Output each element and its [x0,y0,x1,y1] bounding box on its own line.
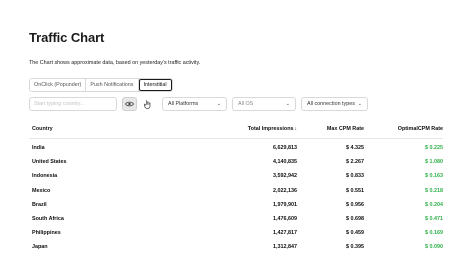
table-row: India 6,629,813 $ 4.325 $ 0.225 [29,141,443,155]
eye-icon [125,101,134,107]
max-cpm-cell: $ 0.459 [346,230,364,237]
country-cell: Indonesia [32,173,58,180]
sort-down-icon: ↓ [294,126,298,132]
table-row: United States 4,140,835 $ 2.267 $ 1.080 [29,155,443,169]
impressions-cell: 3,592,942 [273,173,297,180]
max-cpm-cell: $ 0.395 [346,244,364,251]
max-cpm-cell: $ 0.698 [346,215,364,222]
header-optimal-cpm[interactable]: OptimalCPM Rate [398,126,443,132]
page-title: Traffic Chart [29,30,105,45]
impressions-cell: 6,629,813 [273,145,297,151]
platforms-value: All Platforms [168,101,199,107]
impressions-cell: 2,022,136 [273,187,297,194]
optimal-cpm-cell: $ 0.169 [425,230,443,237]
max-cpm-cell: $ 0.551 [346,187,364,194]
optimal-cpm-cell: $ 0.218 [425,187,443,194]
impressions-cell: 4,140,835 [273,159,297,166]
country-cell: Mexico [32,187,51,194]
table-header: Country Total Impressions↓ Max CPM Rate … [29,126,443,138]
impressions-cell: 1,312,847 [273,244,297,251]
header-impressions-label: Total Impressions [247,126,294,132]
max-cpm-cell: $ 4.325 [346,145,364,151]
max-cpm-cell: $ 2.267 [346,159,364,166]
max-cpm-cell: $ 0.833 [346,173,364,180]
optimal-cpm-cell: $ 1.080 [425,159,443,166]
table-row: Philippines 1,427,817 $ 0.459 $ 0.169 [29,226,443,240]
country-cell: Japan [32,244,48,251]
country-cell: South Africa [32,215,64,222]
optimal-cpm-cell: $ 0.225 [425,145,443,151]
chevron-down-icon: ⌄ [285,101,290,107]
country-cell: India [32,145,45,151]
table-row: Japan 1,312,847 $ 0.395 $ 0.090 [29,240,443,254]
page-subtitle: The Chart shows approximate data, based … [29,60,201,66]
optimal-cpm-cell: $ 0.163 [425,173,443,180]
tab-interstitial[interactable]: Interstitial [138,79,172,91]
table-row: Indonesia 3,592,942 $ 0.833 $ 0.163 [29,169,443,183]
header-country[interactable]: Country [32,126,53,132]
connection-type-dropdown[interactable]: All connection types ⌄ [301,97,368,111]
hand-icon-button[interactable] [140,97,155,111]
eye-icon-button[interactable] [122,97,137,111]
chevron-down-icon: ⌄ [216,101,221,107]
tab-push-notifications[interactable]: Push Notifications [86,79,139,91]
chevron-down-icon: ⌄ [357,101,362,107]
os-value: All OS [238,101,254,107]
ad-format-tabs: OnClick (Popunder) Push Notifications In… [29,78,173,92]
table-row: Mexico 2,022,136 $ 0.551 $ 0.218 [29,184,443,198]
tab-onclick-popunder[interactable]: OnClick (Popunder) [30,79,87,91]
platforms-dropdown[interactable]: All Platforms ⌄ [162,97,227,111]
hand-icon [144,99,151,109]
header-divider [29,138,443,139]
max-cpm-cell: $ 0.956 [346,201,364,208]
impressions-cell: 1,427,817 [273,230,297,237]
impressions-cell: 1,476,609 [273,215,297,222]
country-cell: Brazil [32,201,47,208]
country-cell: United States [32,159,67,166]
table-row: Brazil 1,979,901 $ 0.956 $ 0.204 [29,198,443,212]
country-search-input[interactable] [29,97,117,111]
header-total-impressions[interactable]: Total Impressions↓ [248,126,297,132]
connection-value: All connection types [307,101,355,107]
optimal-cpm-cell: $ 0.204 [425,201,443,208]
os-dropdown[interactable]: All OS ⌄ [232,97,296,111]
table-body: India 6,629,813 $ 4.325 $ 0.225 United State… [29,141,443,255]
header-max-cpm[interactable]: Max CPM Rate [327,126,364,132]
impressions-cell: 1,979,901 [273,201,297,208]
table-row: South Africa 1,476,609 $ 0.698 $ 0.471 [29,212,443,226]
optimal-cpm-cell: $ 0.090 [425,244,443,251]
country-cell: Philippines [32,230,61,237]
optimal-cpm-cell: $ 0.471 [425,215,443,222]
